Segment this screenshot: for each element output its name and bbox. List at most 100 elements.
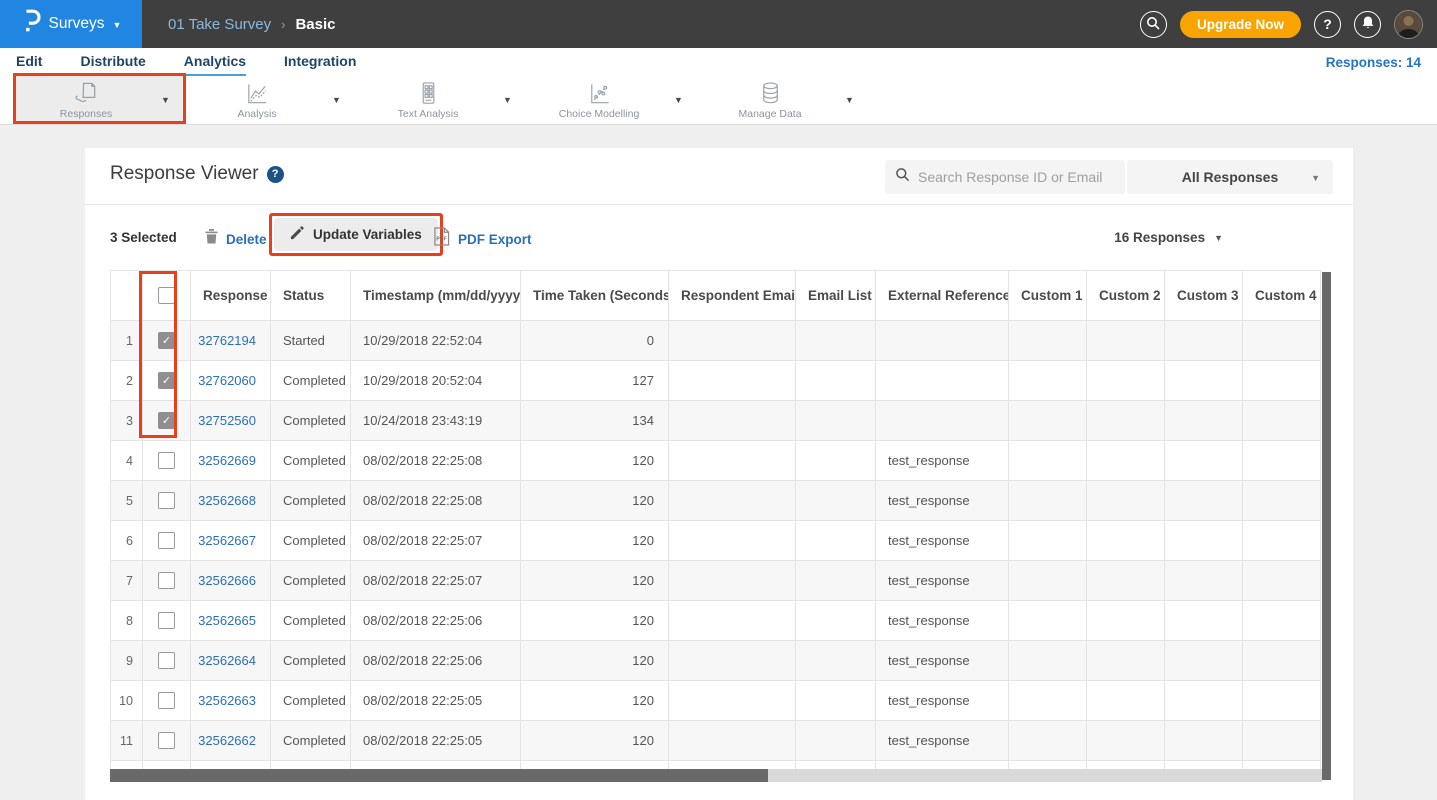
tool-text-analysis[interactable]: Text Analysis ▼ [355,76,526,124]
chevron-down-icon[interactable]: ▼ [332,95,341,105]
table-row: 532562668Completed08/02/2018 22:25:08120… [111,481,1321,521]
tool-manage-data-label: Manage Data [739,108,802,120]
table-row: 432562669Completed08/02/2018 22:25:08120… [111,441,1321,481]
cell-external-reference: test_response [876,681,1009,721]
column-label: Respondent Email [681,288,796,303]
row-checkbox[interactable] [158,732,175,749]
row-checkbox[interactable] [158,652,175,669]
row-checkbox-cell [143,521,191,561]
chevron-down-icon[interactable]: ▼ [845,95,854,105]
tool-responses[interactable]: Responses ▼ [13,76,184,124]
cell-custom4 [1243,441,1321,481]
response-id-link[interactable]: 32562664 [198,653,256,668]
survey-nav: Edit Distribute Analytics Integration Re… [0,48,1437,76]
cell-custom1 [1009,361,1087,401]
response-id-link[interactable]: 32562667 [198,533,256,548]
responses-per-page-dropdown[interactable]: 16 Responses ▼ [1114,230,1223,245]
product-switcher[interactable]: Surveys ▼ [0,0,142,48]
horizontal-scrollbar-track[interactable] [110,769,1322,782]
cell-custom3 [1165,401,1243,441]
tool-choice-modelling[interactable]: Choice Modelling ▼ [526,76,697,124]
row-checkbox-checked[interactable]: ✓ [158,332,175,349]
tool-analysis[interactable]: Analysis ▼ [184,76,355,124]
cell-email-list [796,321,876,361]
pencil-icon [290,226,304,243]
column-header-time-taken-seconds-[interactable]: Time Taken (Seconds)⇅ [521,271,669,321]
breadcrumb-survey-name[interactable]: 01 Take Survey [168,16,271,33]
response-id-link[interactable]: 32562663 [198,693,256,708]
cell-id: 32562668 [191,481,271,521]
row-checkbox-cell [143,761,191,770]
update-variables-button[interactable]: Update Variables [274,218,438,251]
cell-external-reference [876,361,1009,401]
help-button[interactable]: ? [1314,11,1341,38]
annotation-box-update-variables: Update Variables [269,213,443,256]
row-checkbox[interactable] [158,452,175,469]
search-input[interactable] [918,169,1115,185]
cell-time-taken: 120 [521,561,669,601]
vertical-scrollbar-thumb[interactable] [1322,272,1331,780]
cell-status: Completed [271,641,351,681]
breadcrumb-current-page: Basic [295,16,335,33]
help-tooltip-icon[interactable]: ? [267,166,284,183]
cell-email-list [796,481,876,521]
cell-status: Completed [271,481,351,521]
row-checkbox[interactable] [158,492,175,509]
update-variables-label: Update Variables [313,227,422,242]
nav-tab-edit[interactable]: Edit [16,48,42,76]
response-id-link[interactable]: 32762060 [198,373,256,388]
notifications-button[interactable] [1354,11,1381,38]
row-checkbox[interactable] [158,572,175,589]
cell-custom1 [1009,641,1087,681]
user-avatar[interactable] [1394,10,1423,39]
response-id-link[interactable]: 32562665 [198,613,256,628]
row-checkbox-checked[interactable]: ✓ [158,372,175,389]
chevron-down-icon[interactable]: ▼ [674,95,683,105]
row-number: 11 [111,721,143,761]
cell-email-list [796,681,876,721]
upgrade-now-button[interactable]: Upgrade Now [1180,11,1301,38]
column-header-response-id[interactable]: Response ID⇅ [191,271,271,321]
chevron-down-icon[interactable]: ▼ [503,95,512,105]
cell-timestamp: 08/02/2018 22:25:05 [351,681,521,721]
nav-tab-distribute[interactable]: Distribute [80,48,145,76]
chevron-down-icon[interactable]: ▼ [161,95,170,105]
column-label: Response ID [203,288,271,303]
column-label: Custom 2 [1099,288,1161,303]
cell-custom2 [1087,361,1165,401]
response-id-link[interactable]: 32562666 [198,573,256,588]
response-id-link[interactable]: 32562662 [198,733,256,748]
column-header-external-reference: External Reference [876,271,1009,321]
horizontal-scrollbar-thumb[interactable] [110,769,768,782]
row-checkbox[interactable] [158,612,175,629]
cell-timestamp: 10/29/2018 22:52:04 [351,321,521,361]
cell-custom2 [1087,601,1165,641]
response-id-link[interactable]: 32762194 [198,333,256,348]
pdf-export-button[interactable]: PDF PDF Export [433,227,532,251]
cell-custom1 [1009,561,1087,601]
row-checkbox-cell [143,721,191,761]
nav-tab-analytics[interactable]: Analytics [184,48,246,76]
row-checkbox-cell: ✓ [143,401,191,441]
response-id-link[interactable]: 32752560 [198,413,256,428]
response-id-link[interactable]: 32562668 [198,493,256,508]
search-button[interactable] [1140,11,1167,38]
choice-modelling-icon [586,80,613,107]
nav-tab-integration[interactable]: Integration [284,48,356,76]
column-header-custom-1: Custom 1 [1009,271,1087,321]
row-checkbox[interactable] [158,692,175,709]
cell-timestamp: 08/02/2018 22:25:05 [351,721,521,761]
question-mark-icon: ? [1323,16,1332,32]
response-id-link[interactable]: 32562669 [198,453,256,468]
cell-status: Completed [271,521,351,561]
column-header-timestamp-mm-dd-yyyy-[interactable]: Timestamp (mm/dd/yyyy)⇅ [351,271,521,321]
cell-custom4 [1243,401,1321,441]
delete-button[interactable]: Delete [205,229,267,249]
cell-custom2 [1087,721,1165,761]
tool-manage-data[interactable]: Manage Data ▼ [697,76,868,124]
responses-icon [73,80,100,107]
response-filter-dropdown[interactable]: All Responses ▼ [1127,160,1333,194]
select-all-checkbox[interactable] [158,287,175,304]
row-checkbox-checked[interactable]: ✓ [158,412,175,429]
row-checkbox[interactable] [158,532,175,549]
